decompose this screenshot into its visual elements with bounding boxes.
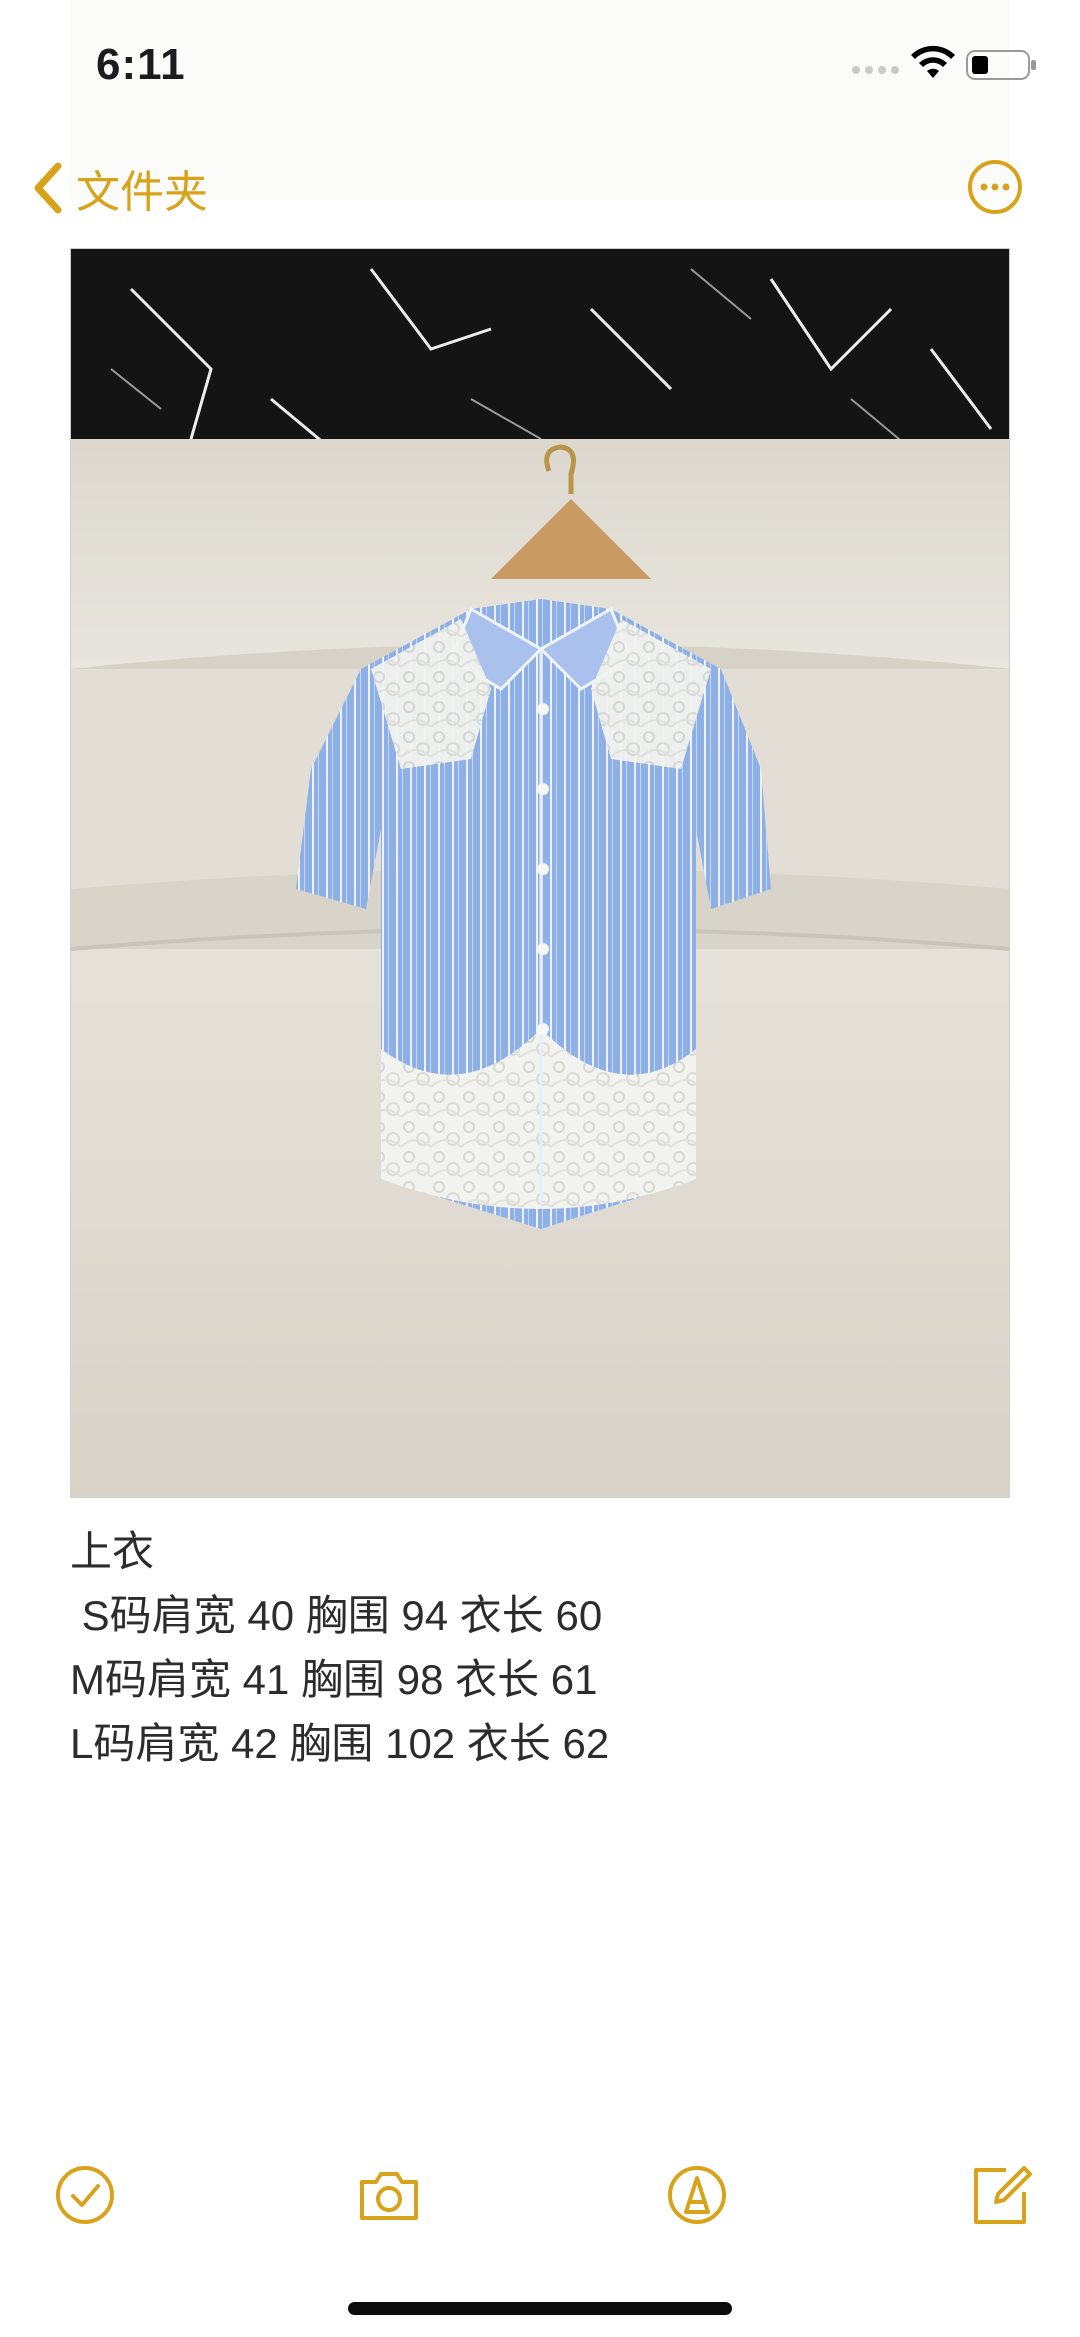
- bottom-toolbar: [0, 2150, 1080, 2240]
- note-line: M码肩宽 41 胸围 98 衣长 61: [70, 1656, 598, 1703]
- home-indicator[interactable]: [348, 2302, 732, 2315]
- shirt-photo-illustration: [71, 249, 1009, 1497]
- note-line: L码肩宽 42 胸围 102 衣长 62: [70, 1720, 610, 1767]
- wifi-icon: [911, 45, 955, 78]
- back-button[interactable]: 文件夹: [30, 160, 208, 217]
- chevron-left-icon: [34, 162, 62, 214]
- back-label: 文件夹: [76, 168, 208, 217]
- battery-icon: [966, 50, 1036, 80]
- compose-icon[interactable]: [966, 2160, 1036, 2230]
- status-time: 6:11: [96, 40, 186, 89]
- note-line: S码肩宽 40 胸围 94 衣长 60: [70, 1592, 603, 1639]
- markup-icon[interactable]: [662, 2160, 732, 2230]
- status-bar: 6:11: [0, 0, 1080, 200]
- cellular-signal-icon: [852, 66, 899, 74]
- more-options-icon[interactable]: [966, 158, 1024, 216]
- navigation-bar: 文件夹: [0, 140, 1080, 230]
- camera-icon[interactable]: [354, 2160, 424, 2230]
- note-line: 上衣: [70, 1528, 155, 1575]
- note-photo[interactable]: [70, 248, 1010, 1498]
- checklist-icon[interactable]: [50, 2160, 120, 2230]
- note-body[interactable]: 上衣 S码肩宽 40 胸围 94 衣长 60 M码肩宽 41 胸围 98 衣长 …: [70, 1520, 1010, 1776]
